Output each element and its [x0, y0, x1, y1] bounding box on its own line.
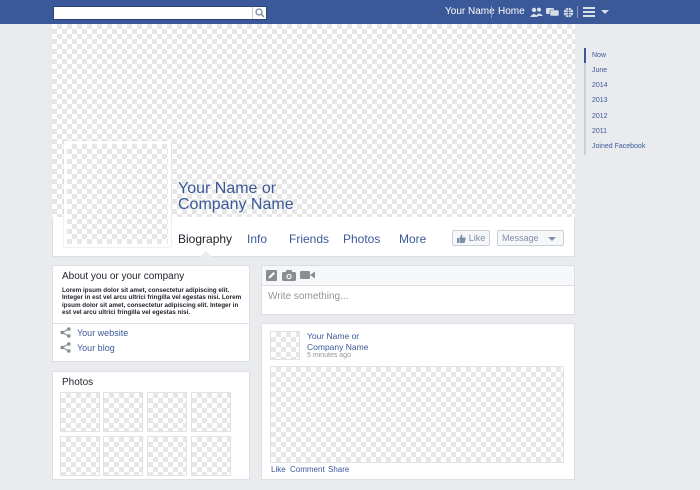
- search-button[interactable]: [252, 7, 266, 19]
- post-author-line1: Your Name or: [307, 331, 360, 341]
- settings-menu-icon[interactable]: [582, 6, 596, 18]
- search-icon: [254, 8, 265, 18]
- timeline-item-2014[interactable]: 2014: [592, 82, 608, 89]
- blog-link-label: Your blog: [77, 342, 115, 353]
- post-share-link[interactable]: Share: [328, 465, 349, 474]
- photo-thumbnail[interactable]: [191, 392, 231, 432]
- timeline-item-now[interactable]: Now: [592, 52, 606, 59]
- tab-photos[interactable]: Photos: [343, 232, 380, 246]
- search-input[interactable]: [53, 6, 267, 20]
- message-button-label: Message: [502, 233, 539, 243]
- active-tab-indicator: [200, 251, 212, 257]
- post-author-name[interactable]: Your Name or Company Name: [307, 331, 427, 353]
- timeline-item-joined[interactable]: Joined Facebook: [592, 143, 645, 150]
- photo-thumbnail[interactable]: [60, 392, 100, 432]
- share-icon: [60, 342, 71, 353]
- friend-requests-icon[interactable]: [529, 6, 543, 18]
- notifications-globe-icon[interactable]: [561, 6, 575, 18]
- like-page-button[interactable]: Like: [452, 230, 490, 246]
- post-timestamp[interactable]: 5 minutes ago: [307, 352, 351, 359]
- post-author-avatar[interactable]: [270, 331, 300, 360]
- tab-more[interactable]: More: [399, 232, 426, 246]
- about-title: About you or your company: [62, 271, 185, 282]
- blog-link[interactable]: Your blog: [60, 342, 115, 353]
- thumbs-up-icon: [456, 234, 466, 243]
- nav-divider: [491, 6, 492, 18]
- tab-biography[interactable]: Biography: [178, 232, 232, 246]
- share-icon: [60, 327, 71, 338]
- profile-link[interactable]: Your Name: [445, 6, 495, 17]
- post-image[interactable]: [270, 366, 564, 463]
- photo-thumbnail[interactable]: [60, 436, 100, 476]
- photo-thumbnail[interactable]: [147, 436, 187, 476]
- about-text: Lorem ipsum dolor sit amet, consectetur …: [62, 287, 242, 317]
- nav-divider: [577, 6, 578, 18]
- top-navigation-bar: Your Name Home: [0, 0, 700, 24]
- website-link-label: Your website: [77, 327, 129, 338]
- post-like-link[interactable]: Like: [271, 465, 286, 474]
- tab-friends[interactable]: Friends: [289, 232, 329, 246]
- photo-thumbnail[interactable]: [147, 392, 187, 432]
- message-button[interactable]: Message: [497, 230, 564, 246]
- home-link[interactable]: Home: [498, 6, 525, 17]
- photo-thumbnail[interactable]: [103, 436, 143, 476]
- status-pencil-icon[interactable]: [266, 269, 277, 281]
- photo-camera-icon[interactable]: [282, 269, 296, 281]
- video-camera-icon[interactable]: [300, 269, 315, 281]
- timeline-item-2012[interactable]: 2012: [592, 113, 608, 120]
- timeline-item-2013[interactable]: 2013: [592, 97, 608, 104]
- timeline-year-nav: Now June 2014 2013 2012 2011 Joined Face…: [584, 48, 694, 155]
- messages-icon[interactable]: [545, 6, 559, 18]
- profile-picture[interactable]: [64, 141, 171, 247]
- like-button-label: Like: [468, 233, 486, 243]
- timeline-item-june[interactable]: June: [592, 67, 607, 74]
- profile-name-line2: Company Name: [178, 196, 294, 213]
- photo-thumbnail[interactable]: [103, 392, 143, 432]
- tab-info[interactable]: Info: [247, 232, 267, 246]
- about-divider: [52, 323, 250, 324]
- composer-placeholder: Write something...: [268, 291, 349, 302]
- chevron-down-icon: [548, 237, 556, 241]
- photo-thumbnail[interactable]: [191, 436, 231, 476]
- profile-name-line1: Your Name or: [178, 180, 277, 197]
- profile-name: Your Name or Company Name: [178, 181, 378, 213]
- dropdown-caret-icon[interactable]: [598, 6, 612, 18]
- timeline-active-marker: [584, 48, 586, 63]
- status-composer-input[interactable]: Write something...: [261, 286, 575, 315]
- website-link[interactable]: Your website: [60, 327, 128, 338]
- photos-title: Photos: [62, 377, 94, 388]
- timeline-item-2011[interactable]: 2011: [592, 128, 607, 135]
- post-comment-link[interactable]: Comment: [290, 465, 325, 474]
